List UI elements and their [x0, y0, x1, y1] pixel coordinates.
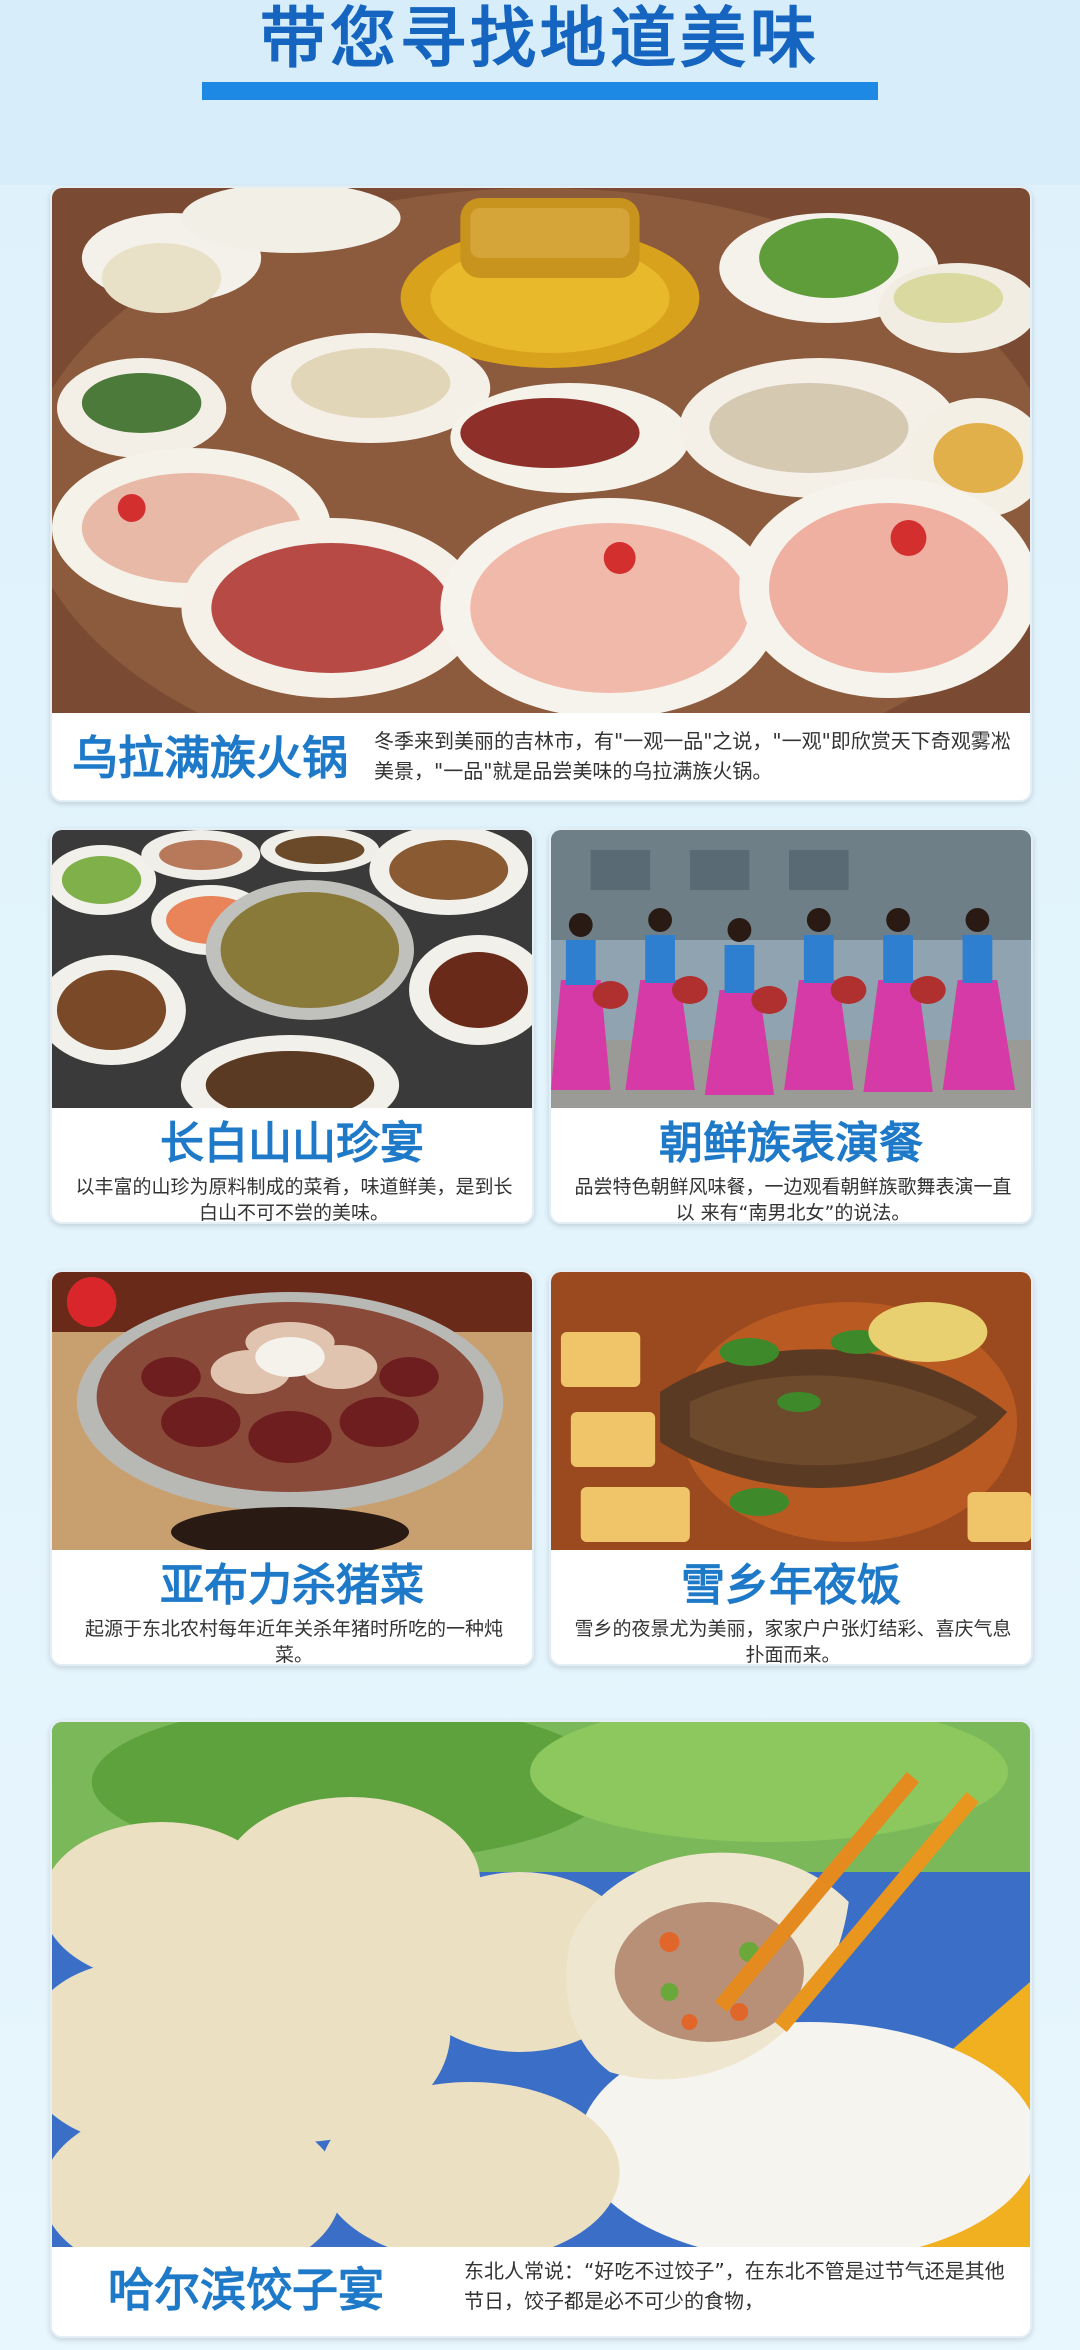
card-description: 冬季来到美丽的吉林市，有"一观一品"之说，"一观"即欣赏天下奇观雾凇美景，"一品…	[374, 729, 1011, 783]
title-underline	[202, 82, 878, 100]
card-description: 以丰富的山珍为原料制成的菜肴，味道鲜美，是到长白山不可不尝的美味。	[75, 1176, 513, 1224]
pork-stew-photo	[52, 1272, 532, 1550]
card-description: 起源于东北农村每年近年关杀年猪时所吃的一种炖菜。	[84, 1618, 503, 1666]
food-card-snow-town-dinner[interactable]: 雪乡年夜饭 雪乡的夜景尤为美丽，家家户户张灯结彩、喜庆气息扑面而来。	[549, 1270, 1033, 1666]
card-title: 哈尔滨饺子宴	[108, 2263, 384, 2317]
header-banner: 带您寻找地道美味	[0, 0, 1080, 185]
food-card-harbin-dumplings[interactable]: 哈尔滨饺子宴 东北人常说：“好吃不过饺子”，在东北不管是过节气还是其他节日，饺子…	[50, 1720, 1032, 2338]
mountain-feast-photo	[52, 830, 532, 1108]
dumplings-photo	[52, 1722, 1030, 2247]
card-title: 雪乡年夜饭	[681, 1560, 901, 1611]
fish-stew-photo	[551, 1272, 1031, 1550]
card-title: 朝鲜族表演餐	[659, 1118, 923, 1169]
dance-performance-photo	[551, 830, 1031, 1108]
hotpot-photo	[52, 188, 1030, 713]
food-card-wula-hotpot[interactable]: 乌拉满族火锅 冬季来到美丽的吉林市，有"一观一品"之说，"一观"即欣赏天下奇观雾…	[50, 186, 1032, 802]
card-title: 乌拉满族火锅	[72, 731, 348, 785]
food-card-changbai-feast[interactable]: 长白山山珍宴 以丰富的山珍为原料制成的菜肴，味道鲜美，是到长白山不可不尝的美味。	[50, 828, 534, 1224]
card-description: 品尝特色朝鲜风味餐，一边观看朝鲜族歌舞表演一直以 来有“南男北女”的说法。	[574, 1176, 1012, 1224]
card-title: 长白山山珍宴	[160, 1118, 424, 1169]
card-description: 东北人常说：“好吃不过饺子”，在东北不管是过节气还是其他节日，饺子都是必不可少的…	[464, 2259, 1005, 2313]
page-title: 带您寻找地道美味	[260, 0, 820, 77]
card-title: 亚布力杀猪菜	[160, 1560, 424, 1611]
food-card-korean-performance[interactable]: 朝鲜族表演餐 品尝特色朝鲜风味餐，一边观看朝鲜族歌舞表演一直以 来有“南男北女”…	[549, 828, 1033, 1224]
food-card-yabuli-stew[interactable]: 亚布力杀猪菜 起源于东北农村每年近年关杀年猪时所吃的一种炖菜。	[50, 1270, 534, 1666]
card-description: 雪乡的夜景尤为美丽，家家户户张灯结彩、喜庆气息扑面而来。	[574, 1618, 1012, 1666]
